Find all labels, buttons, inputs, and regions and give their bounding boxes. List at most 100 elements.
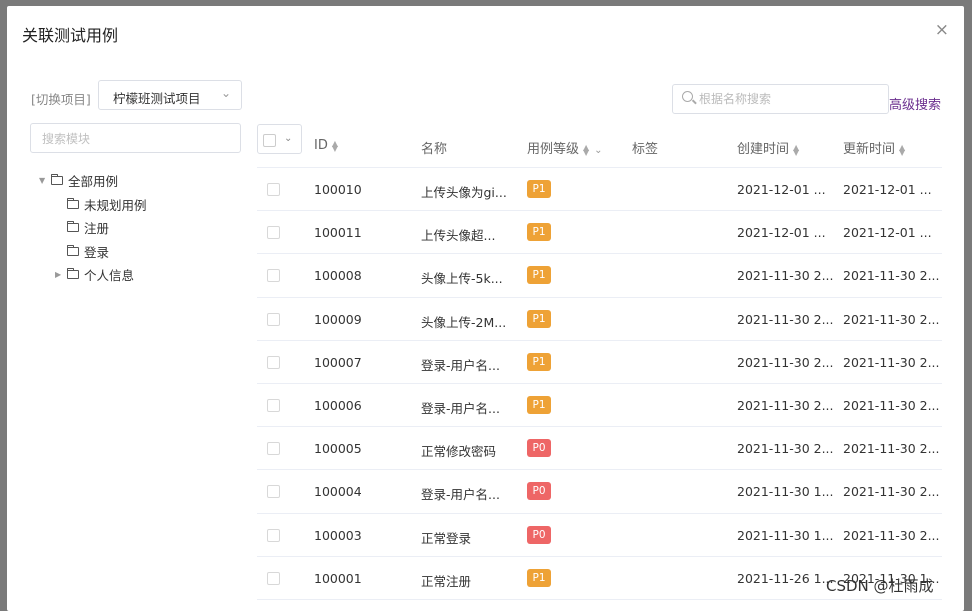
checkbox-icon [263,134,276,147]
project-switch-label: [切换项目] [31,92,91,107]
project-select[interactable]: 柠檬班测试项目 ⌄ [98,80,242,110]
row-checkbox[interactable] [267,355,280,369]
module-tree: ▼ 全部用例 未规划用例注册登录 ▶ 个人信息 [39,169,147,287]
row-checkbox[interactable] [267,485,280,499]
folder-icon [67,244,79,256]
cell-name[interactable]: 登录-用户名... [421,355,500,374]
row-checkbox[interactable] [267,312,280,326]
row-checkbox[interactable] [267,183,280,196]
tree-node[interactable]: 登录 [39,240,147,264]
sort-icon[interactable]: ▲ ▼ [899,143,905,156]
cell-id: 100004 [314,484,362,500]
cell-created: 2021-11-30 2... [737,354,834,370]
level-badge: P0 [527,482,551,501]
folder-icon [67,268,79,280]
cell-name[interactable]: 正常登录 [421,528,471,547]
table-row[interactable]: 100009 头像上传-2M... 2021-11-30 2... 2021-11-3… [257,298,942,341]
name-search-input[interactable] [699,90,879,108]
cell-name[interactable]: 头像上传-5k... [421,268,503,287]
dialog: 关联测试用例 × [切换项目] 柠檬班测试项目 ⌄ 高级搜索 ▼ 全部用例 未规… [7,6,964,611]
watermark: CSDN @杜雨成 [826,577,934,595]
tree-node[interactable]: 未规划用例 [39,193,147,217]
module-search[interactable] [30,123,241,153]
tree-node-label: 登录 [84,244,110,260]
select-all-checkbox[interactable]: ⌄ [257,124,302,154]
folder-icon [51,174,63,186]
caret-right-icon[interactable]: ▶ [55,270,67,279]
row-checkbox[interactable] [267,226,280,240]
level-badge: P1 [527,352,551,371]
project-select-value: 柠檬班测试项目 [113,91,201,106]
level-badge: P1 [527,395,551,414]
name-search[interactable] [672,84,889,114]
close-icon[interactable]: × [935,22,949,39]
tree-node[interactable]: 注册 [39,216,147,240]
row-checkbox[interactable] [267,442,280,456]
cell-updated: 2021-11-30 2... [843,311,940,327]
row-checkbox[interactable] [267,269,280,283]
cell-name[interactable]: 上传头像超... [421,225,495,244]
row-checkbox[interactable] [267,571,280,585]
col-level-header[interactable]: 用例等级 ▲ ▼ ⌄ [527,138,603,157]
advanced-search-link[interactable]: 高级搜索 [889,94,941,113]
folder-icon [67,197,79,209]
sort-icon[interactable]: ▲ ▼ [793,143,799,156]
table-row[interactable]: 100003 正常登录 2021-11-30 1... 2021-11-30 2...… [257,514,942,557]
level-badge: P0 [527,439,551,458]
cell-created: 2021-11-30 1... [737,527,834,543]
cell-name[interactable]: 上传头像为gi... [421,182,507,201]
cell-id: 100009 [314,311,362,327]
cell-updated: 2021-12-01 ... [843,182,932,197]
sort-icon[interactable]: ▲ ▼ [332,139,338,152]
col-id-header[interactable]: ID ▲ ▼ [314,138,338,153]
col-created-header[interactable]: 创建时间 ▲ ▼ [737,138,799,157]
table-row[interactable]: 100010 上传头像为gi... 2021-12-01 ... 2021-12-01… [257,168,942,212]
chevron-down-icon: ⌄ [284,133,293,144]
row-checkbox[interactable] [267,398,280,412]
table-row[interactable]: 100007 登录-用户名... 2021-11-30 2... 2021-11-30… [257,341,942,384]
cell-created: 2021-11-26 1... [737,570,834,586]
cell-name[interactable]: 正常注册 [421,571,471,590]
module-search-input[interactable] [42,130,232,148]
cell-id: 100008 [314,268,362,284]
table-row[interactable]: 100006 登录-用户名... 2021-11-30 2... 2021-11-30… [257,384,942,428]
level-badge: P0 [527,525,551,544]
table-row[interactable]: 100004 登录-用户名... 2021-11-30 1... 2021-11-30… [257,470,942,514]
cell-id: 100011 [314,225,362,241]
col-updated-header[interactable]: 更新时间 ▲ ▼ [843,138,905,157]
level-badge: P1 [527,568,551,587]
cell-created: 2021-11-30 2... [737,397,834,413]
cell-id: 100007 [314,354,362,370]
cell-created: 2021-12-01 ... [737,225,826,241]
level-badge: P1 [527,180,551,198]
cell-created: 2021-11-30 2... [737,311,834,327]
table-row[interactable]: 100011 上传头像超... 2021-12-01 ... 2021-12-01 .… [257,211,942,255]
col-name-header: 名称 [421,142,448,157]
cell-created: 2021-11-30 1... [737,484,834,500]
cell-id: 100005 [314,441,362,457]
cell-name[interactable]: 登录-用户名... [421,398,500,417]
tree-node-label: 个人信息 [84,268,135,284]
tree-node-label: 注册 [84,221,110,237]
filter-chevron-icon[interactable]: ⌄ [594,145,602,156]
col-tag-header: 标签 [632,142,659,157]
table-body: 100010 上传头像为gi... 2021-12-01 ... 2021-12-01… [257,168,942,600]
search-icon [682,91,693,102]
table-row[interactable]: 100008 头像上传-5k... 2021-11-30 2... 2021-11-3… [257,254,942,298]
sort-icon[interactable]: ▲ ▼ [583,143,589,156]
cell-name[interactable]: 正常修改密码 [421,441,496,460]
cell-name[interactable]: 头像上传-2M... [421,312,506,331]
table-header: ⌄ ID ▲ ▼ 名称 用例等级 ▲ ▼ ⌄ 标签 创建时间 ▲ ▼ 更新时间 ▲ ▼ [257,123,942,168]
tree-node[interactable]: ▶ 个人信息 [39,263,147,287]
cell-id: 100010 [314,182,362,197]
cell-created: 2021-11-30 2... [737,268,834,284]
row-checkbox[interactable] [267,528,280,542]
cell-updated: 2021-11-30 2... [843,484,940,500]
cell-name[interactable]: 登录-用户名... [421,484,500,503]
caret-down-icon[interactable]: ▼ [39,176,51,185]
tree-node-label: 未规划用例 [84,197,147,213]
cell-updated: 2021-11-30 2... [843,397,940,413]
cell-id: 100003 [314,527,362,543]
tree-node-root[interactable]: ▼ 全部用例 [39,169,147,193]
table-row[interactable]: 100005 正常修改密码 2021-11-30 2... 2021-11-30 2.… [257,427,942,471]
